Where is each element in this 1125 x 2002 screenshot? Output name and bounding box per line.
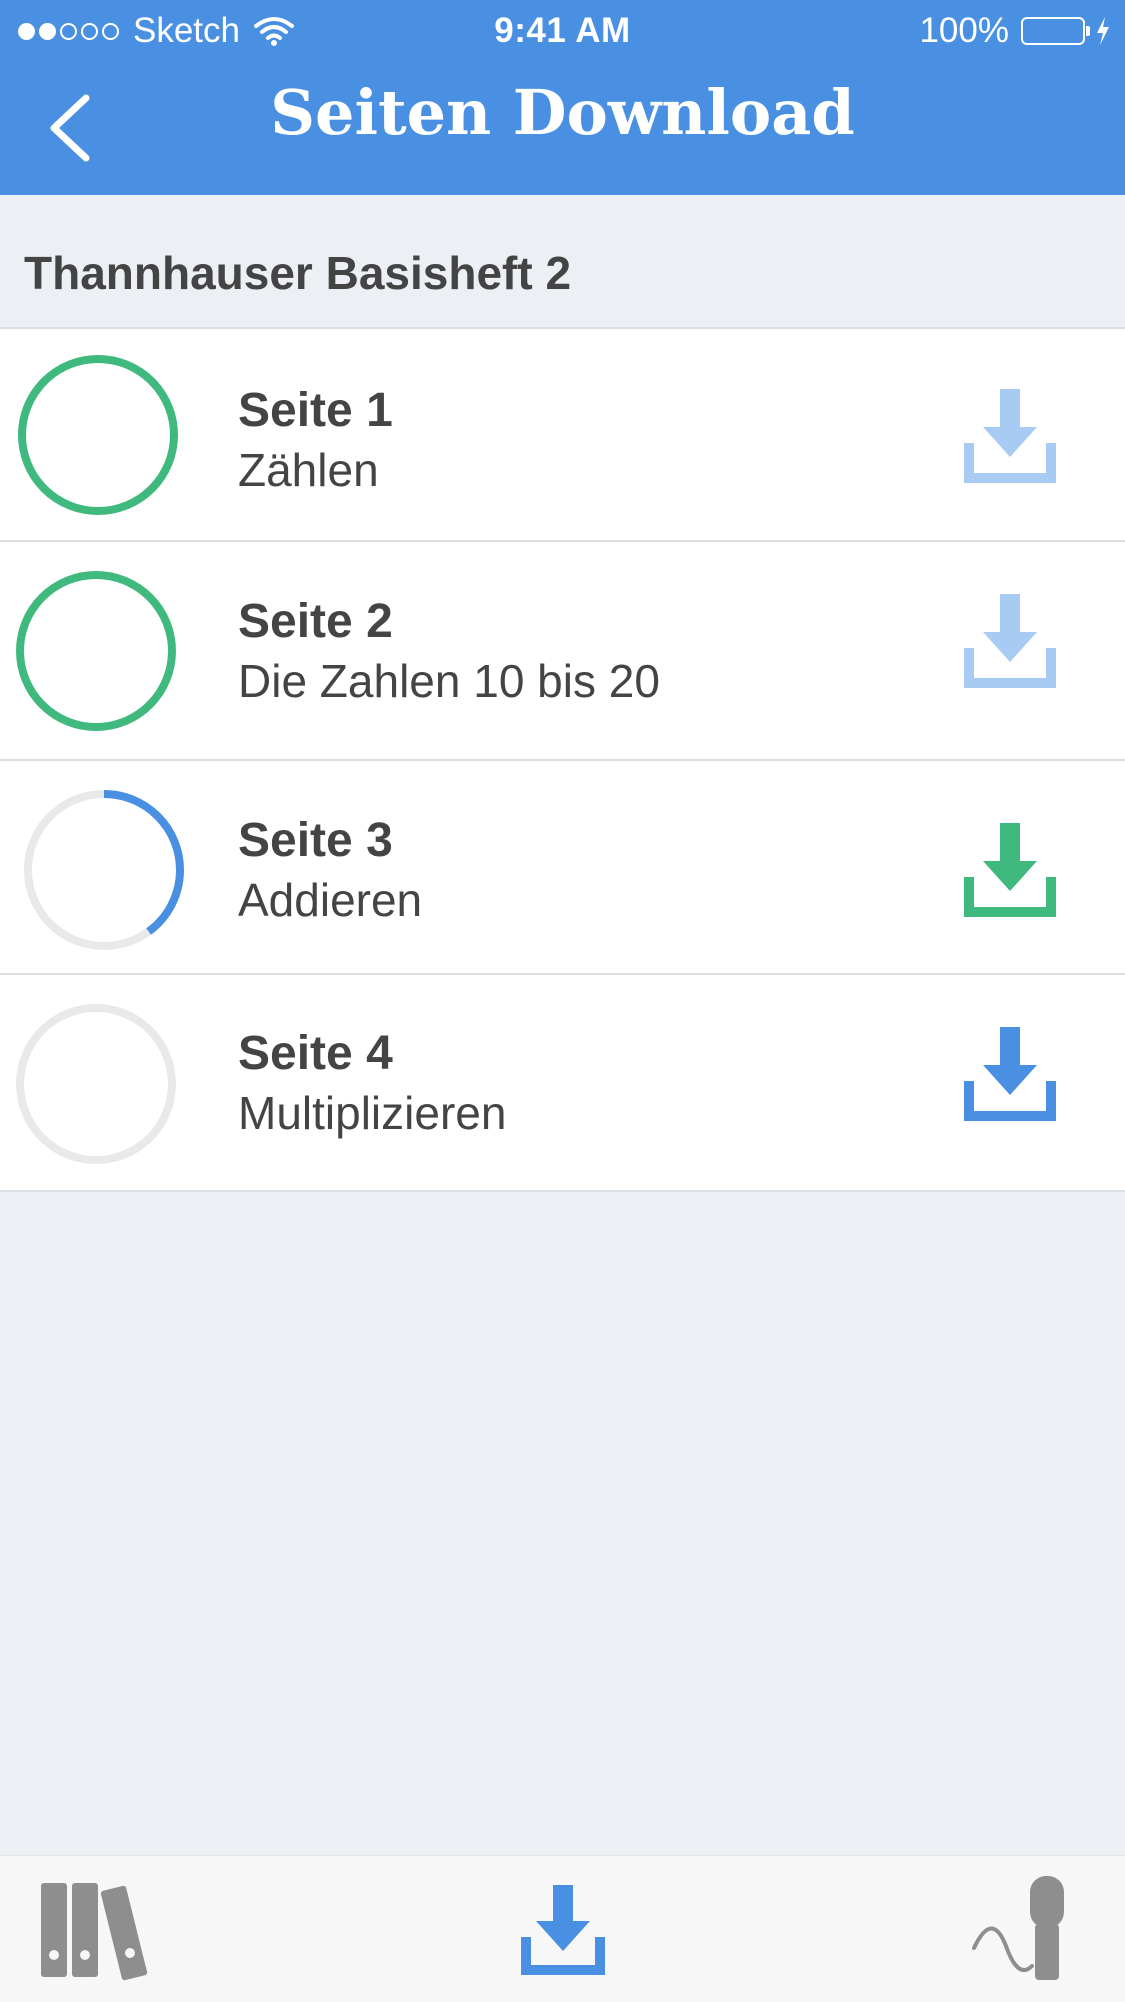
status-bar: Sketch 9:41 AM 100%: [0, 0, 1125, 60]
charging-icon: [1097, 17, 1109, 45]
battery-icon: [1021, 17, 1090, 45]
page-subtitle: Die Zahlen 10 bis 20: [238, 655, 660, 707]
page-subtitle: Multiplizieren: [238, 1087, 507, 1139]
battery-percent: 100%: [919, 11, 1009, 50]
navigation-bar: Sketch 9:41 AM 100% Seiten Download: [0, 0, 1125, 195]
page-title: Seiten Download: [270, 76, 855, 149]
list-item-page-4[interactable]: Seite 4 Multiplizieren: [0, 973, 1125, 1192]
progress-ring-track: [18, 355, 178, 515]
download-icon[interactable]: [960, 821, 1060, 921]
library-icon[interactable]: [38, 1881, 156, 1981]
progress-ring: [16, 571, 176, 731]
download-icon[interactable]: [960, 1025, 1060, 1125]
page-title-label: Seite 3: [238, 814, 393, 867]
download-icon[interactable]: [960, 387, 1060, 487]
section-title: Thannhauser Basisheft 2: [24, 247, 572, 299]
progress-ring: [18, 355, 178, 515]
tab-bar: [0, 1855, 1125, 2002]
progress-ring-track: [16, 1004, 176, 1164]
page-title-label: Seite 4: [238, 1027, 393, 1080]
microphone-icon[interactable]: [970, 1876, 1080, 1986]
list-item-page-1[interactable]: Seite 1 Zählen: [0, 327, 1125, 540]
list-item-page-3[interactable]: Seite 3 Addieren: [0, 759, 1125, 973]
progress-ring: [16, 1004, 176, 1164]
page-subtitle: Addieren: [238, 874, 423, 926]
download-icon[interactable]: [960, 592, 1060, 692]
progress-ring-track: [16, 571, 176, 731]
battery-status: 100%: [919, 11, 1111, 51]
page-title-label: Seite 1: [238, 384, 393, 437]
page-subtitle: Zählen: [238, 444, 379, 496]
page-title-label: Seite 2: [238, 595, 393, 648]
download-icon[interactable]: [513, 1881, 613, 1981]
list-item-page-2[interactable]: Seite 2 Die Zahlen 10 bis 20: [0, 540, 1125, 759]
progress-ring: [24, 790, 184, 950]
